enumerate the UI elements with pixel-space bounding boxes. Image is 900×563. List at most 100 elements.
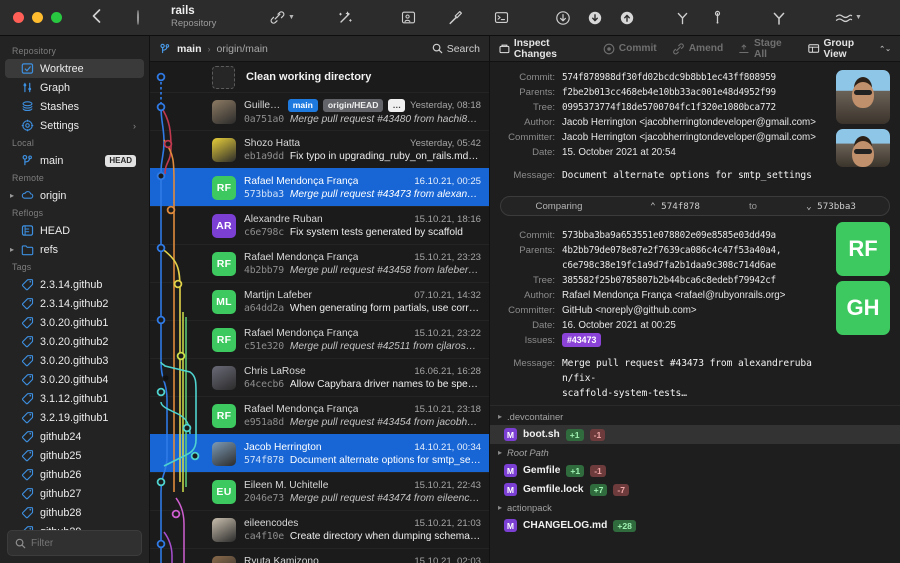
clone-icon[interactable]: ▼: [269, 0, 295, 35]
sidebar-item-github27[interactable]: github27: [5, 484, 144, 503]
amend-button[interactable]: Amend: [672, 42, 723, 55]
hammer-icon[interactable]: [447, 0, 463, 35]
window-controls[interactable]: [0, 12, 62, 23]
list-item[interactable]: M Gemfile.lock +7 -7: [490, 480, 900, 499]
list-item[interactable]: M boot.sh +1 -1: [490, 425, 900, 444]
ref-badge[interactable]: main: [287, 98, 318, 112]
search-button[interactable]: Search: [432, 43, 480, 55]
table-row[interactable]: ML Martijn Lafeber 07.10.21, 14:32 a64dd…: [150, 282, 489, 320]
sidebar-item-head[interactable]: HEAD: [5, 221, 144, 240]
commit-sha: e951a8d: [244, 416, 284, 428]
sidebar-item-2-3-14-github2[interactable]: 2.3.14.github2: [5, 294, 144, 313]
sidebar-item-refs[interactable]: ▸ refs: [5, 240, 144, 259]
breadcrumb-branch[interactable]: main: [177, 43, 202, 55]
sidebar-item-worktree[interactable]: Worktree: [5, 59, 144, 78]
value-parents[interactable]: f2be2b013cc468eb4e10bb33ac001e48d4952f99: [562, 85, 776, 100]
table-row[interactable]: EU Eileen M. Uchitelle 15.10.21, 22:43 2…: [150, 472, 489, 510]
file-change-list[interactable]: ▸ .devcontainer M boot.sh +1 -1 ▸ Root Path M G…: [490, 405, 900, 535]
value-tree: 0995373774f18de5700704fc1f320e1080bca772: [562, 102, 776, 113]
maximize-window-button[interactable]: [51, 12, 62, 23]
breadcrumb-remote[interactable]: origin/main: [217, 43, 268, 55]
issue-badge[interactable]: #43473: [562, 333, 602, 347]
reflog-icon: [21, 224, 34, 237]
minimize-window-button[interactable]: [32, 12, 43, 23]
commit-subject: Merge pull request #43474 from eileencod…: [289, 492, 481, 504]
table-row[interactable]: Jacob Herrington 14.10.21, 00:34 574f878…: [150, 434, 489, 472]
list-item[interactable]: M CHANGELOG.md +28: [490, 516, 900, 535]
sidebar-filter-input[interactable]: Filter: [7, 530, 142, 556]
table-row[interactable]: eileencodes 15.10.21, 21:03 ca4f10e Crea…: [150, 510, 489, 548]
back-button[interactable]: [86, 7, 107, 28]
compare-bar[interactable]: Comparing ⌃ 574f878 to ⌄ 573bba3: [500, 196, 890, 216]
table-row[interactable]: RF Rafael Mendonça França 15.10.21, 23:2…: [150, 244, 489, 282]
sidebar-item-3-0-20-github3[interactable]: 3.0.20.github3: [5, 351, 144, 370]
terminal-icon[interactable]: [494, 0, 509, 35]
merge-icon[interactable]: [675, 0, 690, 35]
label-issues: Issues:: [524, 335, 555, 346]
disclosure-triangle-icon[interactable]: ▸: [10, 191, 14, 200]
table-row[interactable]: Ryuta Kamizono 15.10.21, 02:03 dcae128 M…: [150, 548, 489, 563]
table-row[interactable]: RF Rafael Mendonça França 16.10.21, 00:2…: [150, 168, 489, 206]
sidebar-item-origin[interactable]: ▸ origin: [5, 186, 144, 205]
disclosure-triangle-icon[interactable]: ▸: [10, 245, 14, 254]
sidebar-item-3-0-20-github2[interactable]: 3.0.20.github2: [5, 332, 144, 351]
working-directory-row[interactable]: Clean working directory: [150, 62, 489, 92]
file-name: Gemfile.lock: [523, 484, 584, 495]
sidebar-item-settings[interactable]: Settings ›: [5, 116, 144, 135]
sidebar-item-3-1-12-github1[interactable]: 3.1.12.github1: [5, 389, 144, 408]
commit-sha: 64cecb6: [244, 378, 284, 390]
close-window-button[interactable]: [13, 12, 24, 23]
ref-badge[interactable]: …: [388, 98, 406, 112]
table-row[interactable]: Shozo Hatta Yesterday, 05:42 eb1a9dd Fix…: [150, 130, 489, 168]
sidebar-item-label: Graph: [40, 81, 71, 94]
commit-button[interactable]: Commit: [603, 43, 657, 55]
sidebar-item-3-0-20-github1[interactable]: 3.0.20.github1: [5, 313, 144, 332]
inspect-changes-button[interactable]: Inspect Changes: [499, 38, 588, 60]
sidebar-item-github28[interactable]: github28: [5, 503, 144, 522]
branch-icon[interactable]: [771, 0, 787, 35]
sidebar-item-github25[interactable]: github25: [5, 446, 144, 465]
sidebar-item-github26[interactable]: github26: [5, 465, 144, 484]
value-parents2-line2[interactable]: c6e798c38e19fc1a9d7fa2b1daa9c308c714d6ae: [562, 258, 776, 273]
table-row[interactable]: RF Rafael Mendonça França 15.10.21, 23:2…: [150, 320, 489, 358]
top-commit-info: Commit: 574f878988df30fd02bcdc9b8bb1ec43f…: [490, 62, 900, 187]
compare-to[interactable]: ⌄ 573bba3: [773, 201, 889, 212]
table-row[interactable]: Chris LaRose 16.06.21, 16:28 64cecb6 All…: [150, 358, 489, 396]
table-row[interactable]: Guillermo Iguaran main origin/HEAD … Yeste…: [150, 92, 489, 130]
stage-all-button[interactable]: Stage All: [738, 38, 793, 60]
file-group-header[interactable]: ▸ actionpack: [490, 499, 900, 516]
sidebar-item-stashes[interactable]: Stashes: [5, 97, 144, 116]
disclosure-triangle-icon[interactable]: ▸: [498, 503, 502, 512]
sidebar-item-2-3-14-github[interactable]: 2.3.14.github: [5, 275, 144, 294]
pull-icon[interactable]: [555, 0, 571, 35]
ref-badge[interactable]: origin/HEAD: [322, 98, 384, 112]
compare-from[interactable]: ⌃ 574f878: [617, 201, 733, 212]
table-row[interactable]: RF Rafael Mendonça França 15.10.21, 23:1…: [150, 396, 489, 434]
group-view-button[interactable]: Group View ⌃⌄: [808, 38, 891, 60]
disclosure-triangle-icon[interactable]: ▸: [498, 412, 502, 421]
rebase-icon[interactable]: [712, 0, 723, 35]
value-parents2-line1[interactable]: 4b2bb79de078e87e2f7639ca086c4c47f53a40a4…: [562, 243, 782, 258]
sidebar-item-3-0-20-github4[interactable]: 3.0.20.github4: [5, 370, 144, 389]
commit-rows[interactable]: Clean working directory Guillermo Iguara…: [150, 62, 489, 563]
sidebar-item-github24[interactable]: github24: [5, 427, 144, 446]
push-icon[interactable]: [619, 0, 635, 35]
table-row[interactable]: AR Alexandre Ruban 15.10.21, 18:16 c6e79…: [150, 206, 489, 244]
list-item[interactable]: M Gemfile +1 -1: [490, 461, 900, 480]
sidebar-item-3-2-19-github1[interactable]: 3.2.19.github1: [5, 408, 144, 427]
stash-icon[interactable]: ▼: [835, 0, 862, 35]
open-in-app-icon[interactable]: [401, 0, 416, 35]
sidebar-item-github29[interactable]: github29: [5, 522, 144, 530]
sidebar-item-main[interactable]: main HEAD: [5, 151, 144, 170]
sidebar-scroll[interactable]: Repository Worktree Graph Stashes Settings › L…: [0, 36, 149, 530]
file-group-header[interactable]: ▸ .devcontainer: [490, 408, 900, 425]
fetch-icon[interactable]: [587, 0, 603, 35]
detail-scroll[interactable]: Commit: 574f878988df30fd02bcdc9b8bb1ec43f…: [490, 62, 900, 563]
magic-wand-icon[interactable]: [337, 0, 353, 35]
disclosure-triangle-icon[interactable]: ▸: [498, 448, 502, 457]
commit-list[interactable]: Clean working directory Guillermo Iguara…: [150, 62, 489, 563]
file-group-header[interactable]: ▸ Root Path: [490, 444, 900, 461]
sidebar-item-graph[interactable]: Graph: [5, 78, 144, 97]
chevron-right-icon[interactable]: ›: [133, 121, 136, 131]
commit-subject: Merge pull request #43480 from hachi8833…: [289, 113, 481, 125]
